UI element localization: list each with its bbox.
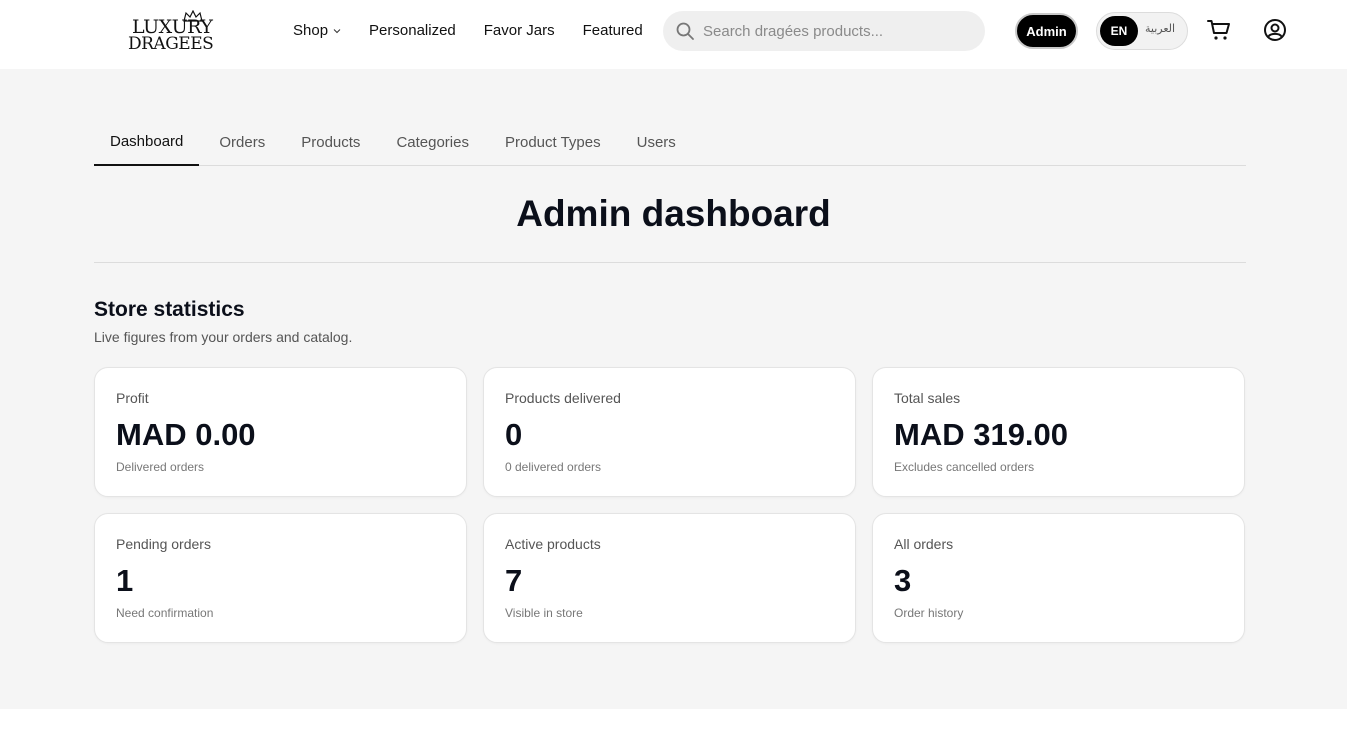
stat-note: Need confirmation [116, 606, 214, 620]
tab-categories[interactable]: Categories [380, 119, 485, 165]
stat-label: Products delivered [505, 390, 621, 406]
stat-note: Visible in store [505, 606, 583, 620]
stat-label: Pending orders [116, 536, 211, 552]
nav-shop[interactable]: Shop [293, 22, 341, 39]
search-input[interactable] [703, 22, 973, 40]
stat-value: MAD 0.00 [116, 417, 256, 452]
logo[interactable]: LUXURY DRAGEES [128, 10, 214, 54]
tab-orders[interactable]: Orders [203, 119, 281, 165]
stat-card-all-orders: All orders 3 Order history [872, 513, 1245, 643]
nav-favor-jars-label: Favor Jars [483, 22, 555, 39]
stat-card-products-delivered: Products delivered 0 0 delivered orders [483, 367, 856, 497]
stat-label: Active products [505, 536, 601, 552]
lang-ar-option[interactable]: العربية [1145, 22, 1175, 35]
footer-strip [0, 709, 1347, 743]
language-toggle[interactable]: EN العربية [1096, 12, 1188, 50]
chevron-down-icon [333, 28, 341, 33]
section-title: Store statistics [94, 298, 245, 321]
stat-value: MAD 319.00 [894, 417, 1069, 452]
site-header: LUXURY DRAGEES Shop Personalized Favor J… [0, 0, 1347, 69]
tab-dashboard[interactable]: Dashboard [94, 119, 200, 166]
divider [94, 262, 1246, 263]
stat-value: 7 [505, 563, 523, 598]
stat-value: 1 [116, 563, 134, 598]
stat-value: 0 [505, 417, 523, 452]
search-icon [676, 22, 694, 40]
stat-card-pending-orders: Pending orders 1 Need confirmation [94, 513, 467, 643]
admin-main: Dashboard Orders Products Categories Pro… [0, 69, 1347, 709]
stat-card-profit: Profit MAD 0.00 Delivered orders [94, 367, 467, 497]
section-subtitle: Live figures from your orders and catalo… [94, 329, 353, 345]
nav-shop-label: Shop [293, 22, 329, 39]
stat-note: Excludes cancelled orders [894, 460, 1035, 474]
logo-line2: DRAGEES [128, 34, 214, 54]
stat-card-active-products: Active products 7 Visible in store [483, 513, 856, 643]
tab-products[interactable]: Products [285, 119, 376, 165]
nav-favor-jars[interactable]: Favor Jars [484, 22, 555, 39]
page-title: Admin dashboard [516, 193, 831, 234]
stat-label: Profit [116, 390, 149, 406]
nav-featured[interactable]: Featured [583, 22, 643, 39]
stat-note: Delivered orders [116, 460, 205, 474]
tab-product-types[interactable]: Product Types [489, 119, 617, 165]
stat-label: Total sales [894, 390, 961, 406]
stat-card-total-sales: Total sales MAD 319.00 Excludes cancelle… [872, 367, 1245, 497]
nav-personalized[interactable]: Personalized [369, 22, 456, 39]
stat-note: Order history [894, 606, 964, 620]
tab-users[interactable]: Users [621, 119, 692, 165]
admin-button[interactable]: Admin [1015, 13, 1078, 49]
admin-tabs: Dashboard Orders Products Categories Pro… [94, 119, 1246, 166]
cart-icon[interactable] [1207, 19, 1231, 41]
nav-featured-label: Featured [582, 22, 643, 39]
main-nav: Shop Personalized Favor Jars Featured [293, 22, 671, 39]
nav-personalized-label: Personalized [369, 22, 456, 39]
search-bar [663, 11, 985, 51]
stat-label: All orders [894, 536, 954, 552]
stat-note: 0 delivered orders [505, 460, 602, 474]
stat-value: 3 [894, 563, 912, 598]
lang-en-option[interactable]: EN [1100, 16, 1138, 46]
admin-button-label: Admin [1026, 23, 1067, 39]
user-circle-icon[interactable] [1263, 18, 1287, 42]
